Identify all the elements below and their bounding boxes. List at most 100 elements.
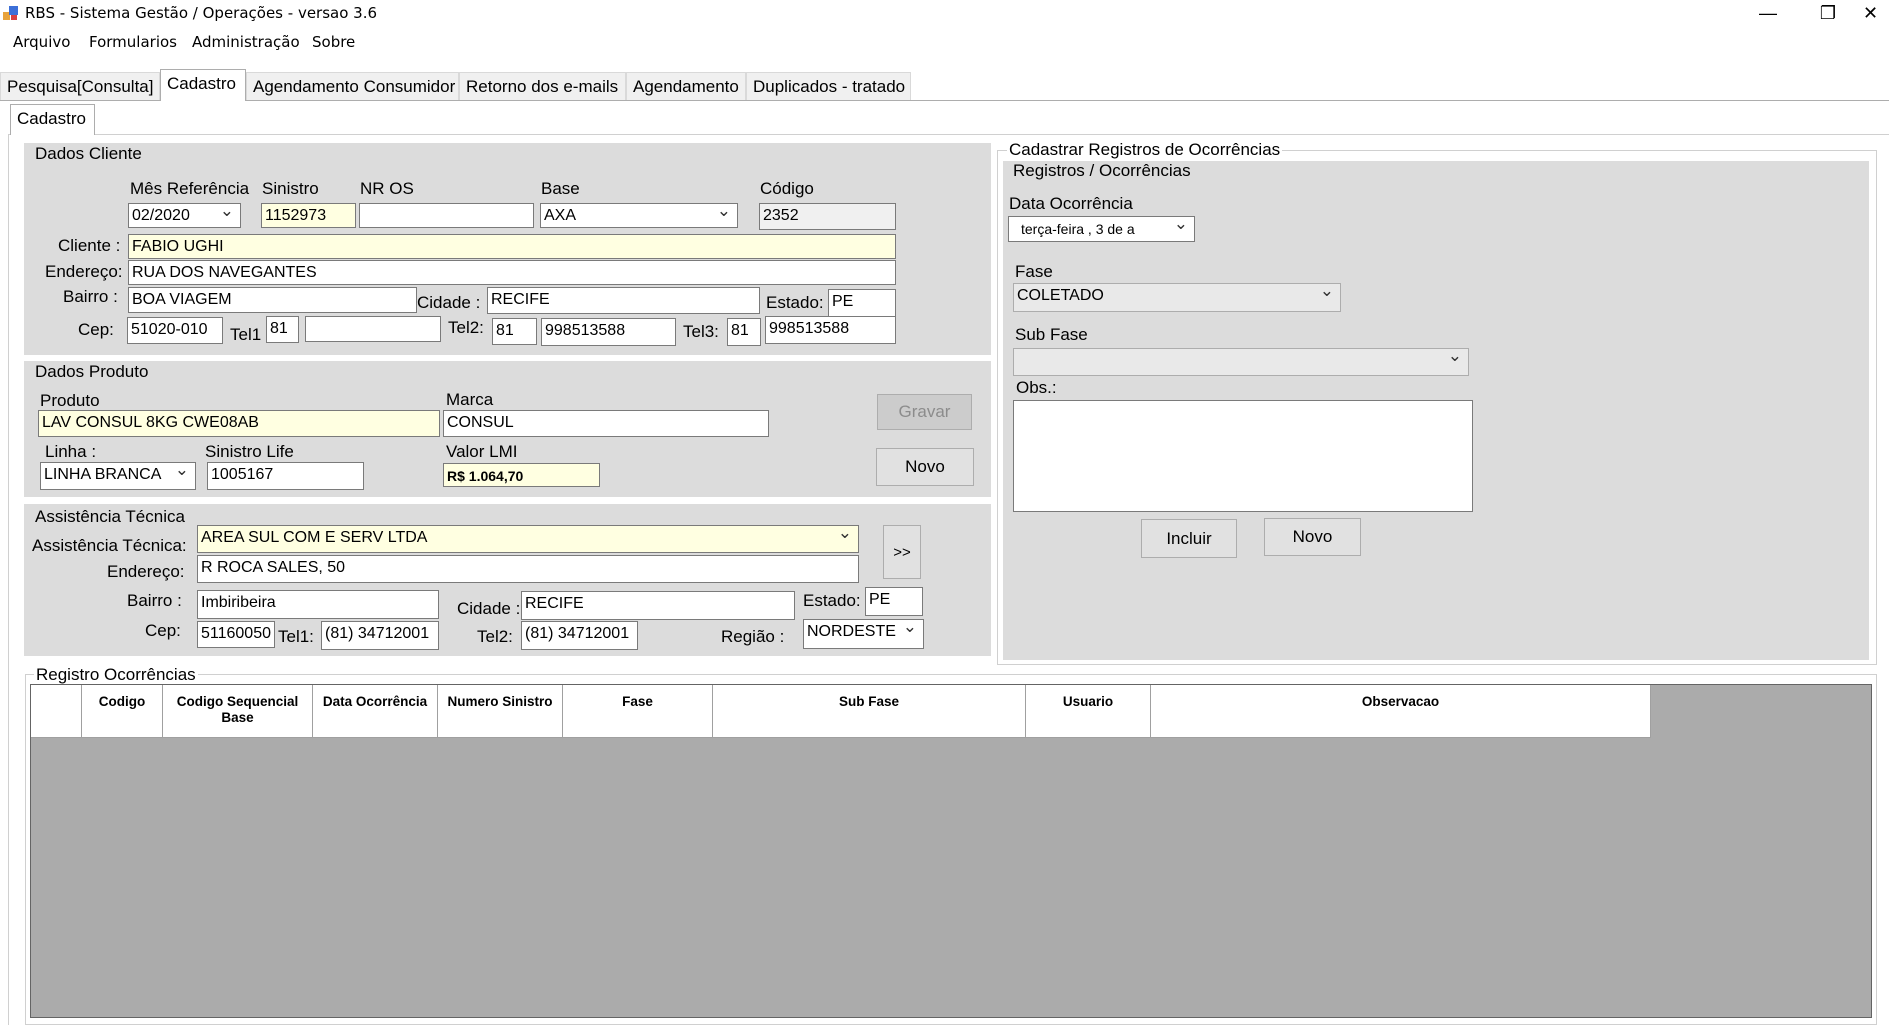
assistencia-more-button[interactable]: >> [883, 525, 921, 579]
cidade-field[interactable]: RECIFE [487, 287, 760, 314]
subtab-strip-line [8, 134, 1889, 135]
sinistro-life-field[interactable]: 1005167 [207, 462, 364, 490]
codigo-field[interactable]: 2352 [759, 203, 896, 230]
assist-cidade-field[interactable]: RECIFE [521, 591, 795, 620]
tab-cadastro[interactable]: Cadastro [160, 69, 246, 101]
assist-tel2-field[interactable]: (81) 34712001 [521, 621, 638, 650]
dados-produto-title: Dados Produto [35, 362, 149, 381]
estado-field[interactable]: PE [828, 289, 896, 317]
menu-formularios[interactable]: Formularios [89, 33, 177, 51]
close-button[interactable]: ✕ [1852, 0, 1889, 26]
col-sub-fase[interactable]: Sub Fase [713, 685, 1026, 737]
menu-arquivo[interactable]: Arquivo [13, 33, 70, 51]
bairro-label: Bairro : [63, 287, 118, 306]
assist-tel1-field[interactable]: (81) 34712001 [321, 621, 439, 650]
cep-field[interactable]: 51020-010 [127, 317, 223, 344]
tel1-label: Tel1 [230, 325, 262, 344]
tab-agendamento-consumidor[interactable]: Agendamento Consumidor [246, 72, 459, 100]
gravar-button[interactable]: Gravar [877, 394, 972, 430]
col-codigo[interactable]: Codigo [82, 685, 163, 737]
assist-cidade-label: Cidade : [457, 599, 521, 618]
assist-tel1-label: Tel1: [278, 627, 314, 646]
ocorrencias-novo-button[interactable]: Novo [1264, 518, 1361, 556]
produto-label: Produto [40, 391, 100, 410]
incluir-button[interactable]: Incluir [1141, 519, 1237, 558]
tel3-field[interactable]: 998513588 [765, 316, 896, 344]
window-title: RBS - Sistema Gestão / Operações - versa… [25, 4, 378, 22]
subtab-cadastro[interactable]: Cadastro [10, 104, 95, 135]
restore-button[interactable]: ❐ [1798, 0, 1858, 26]
sinistro-life-label: Sinistro Life [205, 442, 294, 461]
assist-bairro-label: Bairro : [127, 591, 182, 610]
obs-label: Obs.: [1016, 378, 1057, 397]
assist-tel2-label: Tel2: [477, 627, 513, 646]
fase-label: Fase [1015, 262, 1053, 281]
menu-sobre[interactable]: Sobre [312, 33, 355, 51]
registro-title: Registro Ocorrências [34, 665, 198, 685]
cliente-field[interactable]: FABIO UGHI [128, 234, 896, 259]
data-ocorrencia-picker[interactable]: terça-feira , 3 de a [1008, 216, 1195, 242]
sub-fase-label: Sub Fase [1015, 325, 1088, 344]
estado-label: Estado: [766, 293, 824, 312]
base-select[interactable]: AXA [540, 203, 738, 228]
tel2-label: Tel2: [448, 318, 484, 337]
minimize-button[interactable]: — [1738, 0, 1798, 26]
obs-textarea[interactable] [1013, 400, 1473, 512]
sinistro-field[interactable]: 1152973 [261, 203, 356, 228]
endereco-field[interactable]: RUA DOS NAVEGANTES [128, 260, 896, 285]
nr-os-field[interactable] [359, 203, 534, 228]
assist-endereco-label: Endereço: [107, 562, 185, 581]
produto-field[interactable]: LAV CONSUL 8KG CWE08AB [38, 410, 440, 437]
tab-retorno-emails[interactable]: Retorno dos e-mails [459, 72, 626, 100]
tab-duplicados[interactable]: Duplicados - tratado [746, 72, 911, 100]
valor-lmi-field[interactable]: R$ 1.064,70 [443, 463, 600, 487]
codigo-label: Código [760, 179, 814, 198]
col-fase[interactable]: Fase [563, 685, 713, 737]
col-codigo-sequencial-base[interactable]: Codigo Sequencial Base [163, 685, 313, 737]
valor-lmi-label: Valor LMI [446, 442, 518, 461]
ocorrencias-title: Cadastrar Registros de Ocorrências [1007, 140, 1283, 160]
assist-cep-field[interactable]: 51160050 [197, 621, 275, 648]
bairro-field[interactable]: BOA VIAGEM [128, 287, 417, 313]
linha-select[interactable]: LINHA BRANCA [40, 462, 196, 490]
tel3-ddd-field[interactable]: 81 [727, 318, 761, 346]
tel2-field[interactable]: 998513588 [541, 318, 676, 346]
assist-endereco-field[interactable]: R ROCA SALES, 50 [197, 555, 859, 583]
regiao-select[interactable]: NORDESTE [803, 619, 924, 649]
menu-administracao[interactable]: Administração [192, 33, 300, 51]
cidade-label: Cidade : [417, 293, 481, 312]
mes-ref-select[interactable]: 02/2020 [128, 203, 241, 228]
tab-pesquisa[interactable]: Pesquisa[Consulta] [0, 72, 160, 100]
col-numero-sinistro[interactable]: Numero Sinistro [438, 685, 563, 737]
registro-grid[interactable]: Codigo Codigo Sequencial Base Data Ocorr… [30, 684, 1872, 1018]
tel2-ddd-field[interactable]: 81 [492, 318, 537, 345]
tel1-field[interactable] [305, 316, 441, 342]
marca-label: Marca [446, 390, 494, 409]
tel3-label: Tel3: [683, 322, 719, 341]
cep-label: Cep: [78, 320, 114, 339]
fase-select[interactable]: COLETADO [1013, 283, 1341, 312]
assist-bairro-field[interactable]: Imbiribeira [197, 590, 439, 619]
assistencia-select[interactable]: AREA SUL COM E SERV LTDA [197, 525, 859, 553]
tab-strip-line [0, 100, 1889, 101]
assistencia-title: Assistência Técnica [35, 507, 185, 526]
marca-field[interactable]: CONSUL [443, 410, 769, 437]
tel1-ddd-field[interactable]: 81 [266, 316, 299, 343]
data-ocorrencia-label: Data Ocorrência [1009, 194, 1133, 213]
sub-fase-select[interactable] [1013, 348, 1469, 376]
col-data-ocorrencia[interactable]: Data Ocorrência [313, 685, 438, 737]
ocorrencias-subtitle: Registros / Ocorrências [1013, 161, 1191, 180]
assistencia-label: Assistência Técnica: [32, 536, 187, 555]
mes-ref-label: Mês Referência [130, 179, 250, 198]
assist-estado-label: Estado: [803, 591, 861, 610]
col-observacao[interactable]: Observacao [1151, 685, 1651, 737]
app-icon [3, 5, 19, 20]
assist-cep-label: Cep: [145, 621, 181, 640]
cliente-label: Cliente : [58, 236, 121, 255]
tab-agendamento[interactable]: Agendamento [626, 72, 746, 100]
assist-estado-field[interactable]: PE [865, 587, 923, 616]
linha-label: Linha : [45, 442, 97, 461]
produto-novo-button[interactable]: Novo [876, 448, 974, 486]
col-usuario[interactable]: Usuario [1026, 685, 1151, 737]
regiao-label: Região : [721, 627, 785, 646]
